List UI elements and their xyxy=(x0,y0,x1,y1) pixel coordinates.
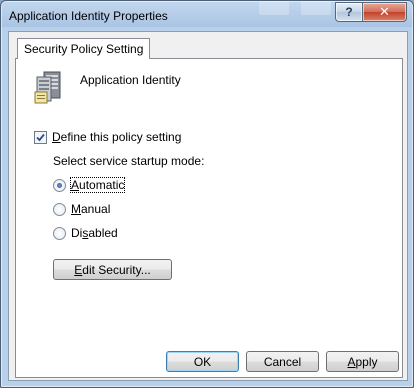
server-icon xyxy=(34,71,61,104)
edit-security-button[interactable]: Edit Security... xyxy=(53,259,172,280)
radio-manual-button[interactable] xyxy=(53,202,66,216)
tab-security-policy-setting[interactable]: Security Policy Setting xyxy=(17,38,151,59)
tab-panel: Application Identity Define this policy … xyxy=(15,58,403,378)
dialog-client-area: Security Policy Setting Application Iden… xyxy=(8,31,408,381)
checkmark-icon xyxy=(36,133,45,141)
define-policy-checkbox[interactable] xyxy=(34,130,47,144)
radio-automatic[interactable]: Automatic xyxy=(53,177,126,193)
define-policy-label: Define this policy setting xyxy=(52,130,182,144)
radio-manual-label: Manual xyxy=(71,202,111,216)
title-bar[interactable]: Application Identity Properties ? ✕ xyxy=(1,1,413,31)
radio-disabled[interactable]: Disabled xyxy=(53,226,118,240)
radio-manual[interactable]: Manual xyxy=(53,202,110,216)
apply-button[interactable]: Apply xyxy=(326,351,399,372)
ok-button[interactable]: OK xyxy=(166,351,239,372)
close-icon: ✕ xyxy=(379,4,390,19)
radio-automatic-button[interactable] xyxy=(53,178,66,192)
cancel-button[interactable]: Cancel xyxy=(246,351,319,372)
radio-automatic-label: Automatic xyxy=(69,177,126,193)
radio-disabled-label: Disabled xyxy=(71,226,118,240)
policy-name: Application Identity xyxy=(80,73,181,87)
close-button[interactable]: ✕ xyxy=(362,2,407,22)
radio-disabled-button[interactable] xyxy=(53,226,66,240)
startup-mode-label: Select service startup mode: xyxy=(53,154,205,168)
help-icon: ? xyxy=(345,5,353,19)
window-title: Application Identity Properties xyxy=(9,9,168,23)
define-policy-checkbox-row[interactable]: Define this policy setting xyxy=(34,130,181,144)
properties-dialog: Application Identity Properties ? ✕ Secu… xyxy=(0,0,414,388)
help-button[interactable]: ? xyxy=(335,2,363,22)
